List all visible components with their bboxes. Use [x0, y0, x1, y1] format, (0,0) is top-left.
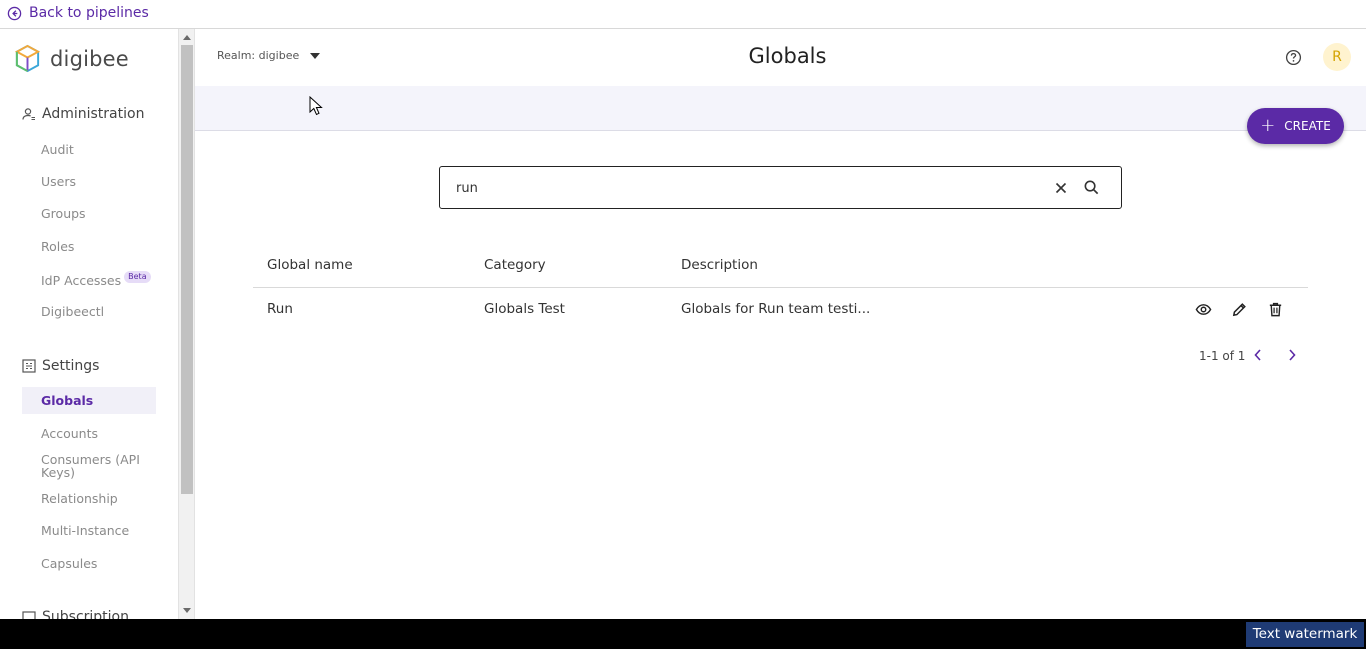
page-header: Realm: digibee Globals R: [195, 29, 1366, 86]
page-title: Globals: [748, 44, 827, 68]
sidebar-item-relationship[interactable]: Relationship: [41, 491, 118, 506]
delete-trash-icon[interactable]: [1267, 301, 1284, 318]
cell-category: Globals Test: [484, 301, 565, 317]
table-row[interactable]: Run Globals Test Globals for Run team te…: [253, 288, 1308, 332]
scrollbar-thumb[interactable]: [181, 45, 193, 494]
clear-icon[interactable]: [1053, 180, 1069, 196]
sidebar-item-multi-instance[interactable]: Multi-Instance: [41, 523, 129, 538]
cell-description: Globals for Run team testi...: [681, 301, 871, 317]
scroll-up-arrow-icon[interactable]: [183, 35, 191, 40]
section-administration[interactable]: Administration: [22, 106, 144, 122]
plus-icon: +: [1260, 115, 1276, 136]
top-bar: Back to pipelines: [0, 0, 1366, 29]
sidebar-scrollbar[interactable]: [178, 29, 195, 619]
sidebar-item-groups[interactable]: Groups: [41, 206, 86, 221]
sidebar-item-digibeectl[interactable]: Digibeectl: [41, 304, 104, 319]
pagination-range: 1-1 of 1: [1199, 349, 1246, 363]
create-button-label: CREATE: [1284, 119, 1331, 133]
sidebar-item-label: Capsules: [41, 556, 98, 571]
view-eye-icon[interactable]: [1195, 301, 1212, 318]
table-header: Global name Category Description: [253, 249, 1308, 288]
main-content: Realm: digibee Globals R + CREATE Global…: [195, 29, 1366, 619]
sidebar-item-globals[interactable]: Globals: [22, 387, 156, 414]
column-header-description[interactable]: Description: [681, 257, 758, 273]
section-subscription[interactable]: Subscription: [22, 609, 129, 619]
avatar[interactable]: R: [1323, 43, 1351, 71]
sidebar-item-users[interactable]: Users: [41, 174, 76, 189]
sidebar: digibee Administration Audit Users Group…: [0, 29, 178, 619]
sidebar-item-consumers[interactable]: Consumers (API Keys): [41, 453, 151, 479]
section-settings-label: Settings: [42, 358, 100, 374]
sidebar-item-label: Accounts: [41, 426, 98, 441]
sidebar-item-audit[interactable]: Audit: [41, 142, 74, 157]
column-header-global-name[interactable]: Global name: [267, 257, 353, 273]
sidebar-item-accounts[interactable]: Accounts: [41, 426, 98, 441]
sidebar-item-label: Digibeectl: [41, 304, 105, 319]
subscription-icon: [22, 611, 36, 619]
beta-badge: Beta: [124, 271, 151, 283]
sidebar-item-label: Consumers (API Keys): [41, 452, 140, 480]
chevron-left-icon[interactable]: [1251, 347, 1265, 363]
back-to-pipelines-link[interactable]: Back to pipelines: [7, 5, 149, 21]
section-settings[interactable]: Settings: [22, 358, 99, 374]
sidebar-item-label: Multi-Instance: [41, 523, 130, 538]
sidebar-item-roles[interactable]: Roles: [41, 239, 74, 254]
sidebar-item-label: Globals: [41, 393, 94, 408]
toolbar-band: [195, 86, 1366, 131]
bottom-bar: [0, 619, 1366, 649]
arrow-left-circle-icon: [7, 6, 22, 20]
search-box: [439, 166, 1122, 209]
column-header-category[interactable]: Category: [484, 257, 546, 273]
help-icon[interactable]: [1285, 49, 1302, 66]
create-button[interactable]: + CREATE: [1247, 108, 1344, 144]
search-input[interactable]: [456, 178, 1036, 198]
scroll-down-arrow-icon[interactable]: [183, 608, 191, 613]
search-icon[interactable]: [1083, 179, 1100, 196]
sidebar-item-label: Users: [41, 174, 77, 189]
edit-pencil-icon[interactable]: [1231, 301, 1248, 318]
brand-name: digibee: [50, 46, 129, 71]
sidebar-item-idp-accesses[interactable]: IdP Accesses Beta: [41, 271, 151, 288]
sidebar-item-label: Groups: [41, 206, 86, 221]
sidebar-item-label: Relationship: [41, 491, 118, 506]
settings-grid-icon: [22, 359, 36, 373]
digibee-logo-icon: [14, 44, 41, 73]
cell-global-name: Run: [267, 301, 293, 317]
sidebar-item-label: Roles: [41, 239, 75, 254]
section-subscription-label: Subscription: [42, 609, 129, 619]
chevron-right-icon[interactable]: [1285, 347, 1299, 363]
sidebar-item-capsules[interactable]: Capsules: [41, 556, 97, 571]
mouse-cursor-icon: [309, 96, 323, 116]
back-link-label: Back to pipelines: [29, 5, 149, 21]
section-administration-label: Administration: [42, 106, 145, 122]
sidebar-item-label: IdP Accesses: [41, 273, 122, 288]
brand-logo[interactable]: digibee: [13, 44, 129, 73]
text-watermark: Text watermark: [1246, 622, 1364, 647]
user-admin-icon: [22, 108, 35, 121]
sidebar-item-label: Audit: [41, 142, 74, 157]
